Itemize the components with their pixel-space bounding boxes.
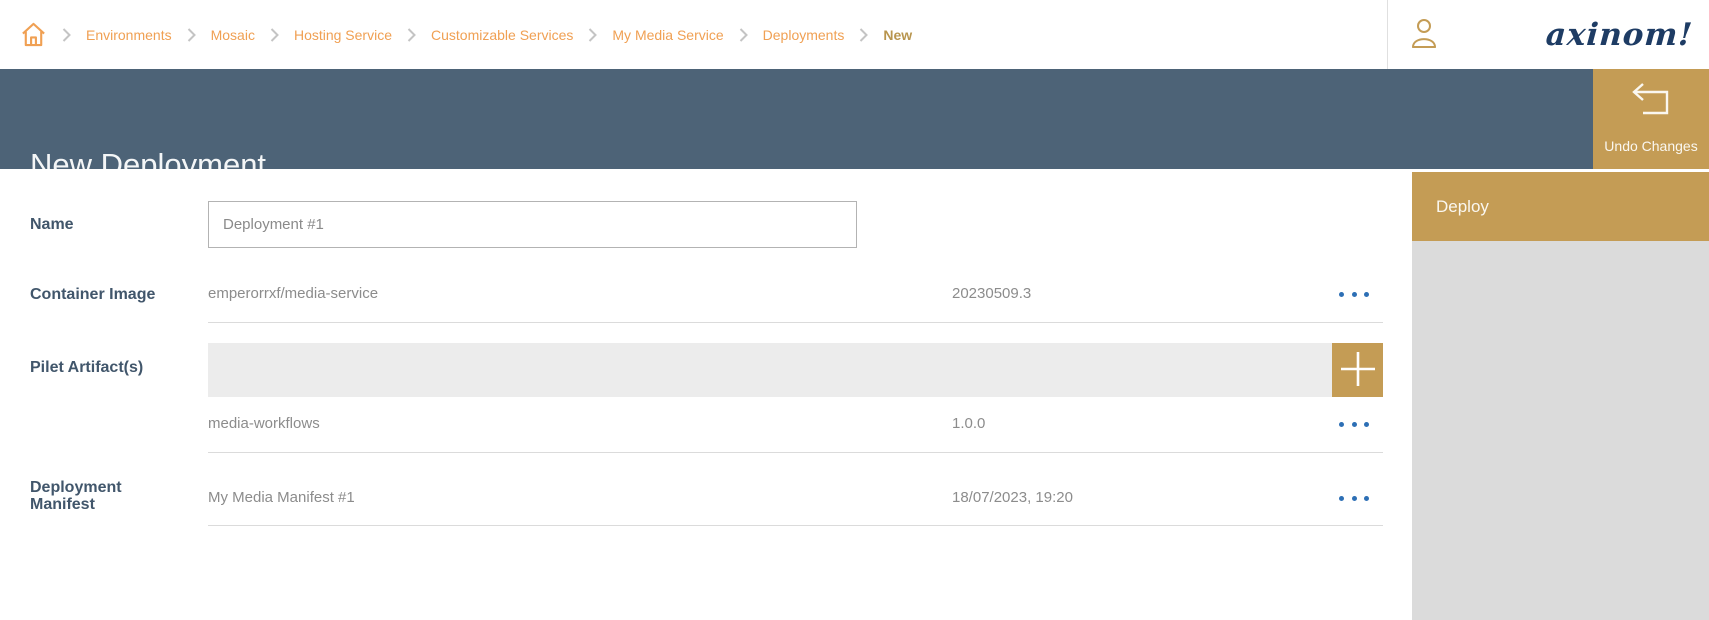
more-options-button[interactable] xyxy=(1339,491,1369,505)
container-image-version: 20230509.3 xyxy=(952,285,1031,302)
app-window: Environments Mosaic Hosting Service Cust… xyxy=(0,0,1709,620)
chevron-right-icon xyxy=(187,28,196,42)
more-options-button[interactable] xyxy=(1339,287,1369,301)
more-options-icon xyxy=(1339,422,1344,427)
name-label: Name xyxy=(30,216,190,233)
deployment-manifest-label: Deployment Manifest xyxy=(30,479,190,513)
user-profile-button[interactable] xyxy=(1408,17,1440,53)
chevron-right-icon xyxy=(739,28,748,42)
page-header: New Deployment Create Deployment Undo Ch… xyxy=(0,69,1709,169)
name-input[interactable] xyxy=(208,201,857,248)
breadcrumb-item-environments[interactable]: Environments xyxy=(86,27,172,43)
breadcrumb-current-new: New xyxy=(883,27,912,43)
pilet-artifacts-dropzone xyxy=(208,343,1383,397)
more-options-button[interactable] xyxy=(1339,417,1369,431)
add-icon xyxy=(1339,349,1377,392)
pilet-artifact-version: 1.0.0 xyxy=(952,415,985,432)
container-image-label: Container Image xyxy=(30,286,190,303)
side-panel xyxy=(1412,241,1709,620)
deployment-manifest-value: My Media Manifest #1 xyxy=(208,489,355,506)
axinom-logo: axinom! xyxy=(1544,0,1696,69)
pilet-artifacts-label: Pilet Artifact(s) xyxy=(30,359,190,376)
deploy-button[interactable]: Deploy xyxy=(1412,172,1709,241)
chevron-right-icon xyxy=(407,28,416,42)
chevron-right-icon xyxy=(588,28,597,42)
more-options-icon xyxy=(1339,292,1344,297)
row-divider xyxy=(208,452,1383,453)
top-bar: Environments Mosaic Hosting Service Cust… xyxy=(0,0,1709,69)
breadcrumb: Environments Mosaic Hosting Service Cust… xyxy=(20,0,912,69)
home-icon[interactable] xyxy=(20,21,47,48)
deployment-form: Name Container Image emperorrxf/media-se… xyxy=(0,169,1383,620)
breadcrumb-item-deployments[interactable]: Deployments xyxy=(763,27,845,43)
breadcrumb-item-customizable-services[interactable]: Customizable Services xyxy=(431,27,573,43)
chevron-right-icon xyxy=(270,28,279,42)
undo-changes-button[interactable]: Undo Changes xyxy=(1593,69,1709,169)
pilet-artifact-name: media-workflows xyxy=(208,415,320,432)
container-image-value: emperorrxf/media-service xyxy=(208,285,378,302)
row-divider xyxy=(208,322,1383,323)
chevron-right-icon xyxy=(62,28,71,42)
deploy-label: Deploy xyxy=(1436,197,1489,217)
user-icon xyxy=(1409,39,1439,54)
topbar-divider xyxy=(1387,0,1388,69)
row-divider xyxy=(208,525,1383,526)
deployment-manifest-timestamp: 18/07/2023, 19:20 xyxy=(952,489,1073,506)
undo-changes-label: Undo Changes xyxy=(1604,138,1697,154)
more-options-icon xyxy=(1339,496,1344,501)
add-pilet-artifact-button[interactable] xyxy=(1332,343,1383,397)
breadcrumb-item-mosaic[interactable]: Mosaic xyxy=(211,27,255,43)
undo-icon xyxy=(1628,69,1674,124)
chevron-right-icon xyxy=(859,28,868,42)
breadcrumb-item-hosting-service[interactable]: Hosting Service xyxy=(294,27,392,43)
breadcrumb-item-my-media-service[interactable]: My Media Service xyxy=(612,27,723,43)
